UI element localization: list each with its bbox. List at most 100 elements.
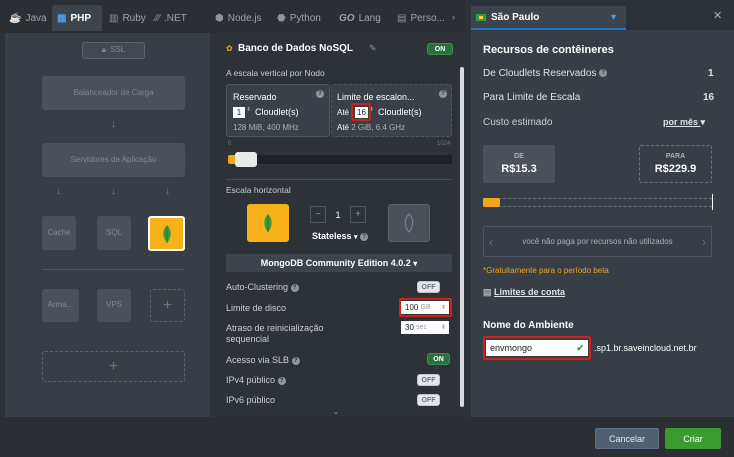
help-icon[interactable]: ? [290, 283, 299, 292]
caret-down-icon: ▼ [609, 12, 618, 22]
slb-access-toggle[interactable]: ON [427, 353, 450, 365]
java-icon: ☕ [9, 12, 22, 24]
caret-down-icon: ▾ [700, 117, 706, 127]
chevron-right-icon[interactable]: › [702, 235, 706, 249]
brazil-flag-icon [476, 13, 486, 21]
minus-icon[interactable]: − [310, 206, 326, 223]
node-count-stepper[interactable]: − 1 + [310, 206, 368, 223]
version-dropdown[interactable]: MongoDB Community Edition 4.0.2 ▾ [226, 254, 452, 272]
arrow-down-icon: ↓ [111, 186, 116, 197]
scaling-limit-box: Limite de escalon... ? Até 16 ⬍ Cloudlet… [331, 84, 452, 137]
create-button[interactable]: Criar [665, 428, 721, 449]
plus-icon: + [108, 357, 119, 375]
php-icon: ▦ [57, 12, 67, 24]
arrow-down-icon: ↓ [165, 186, 170, 197]
arrow-down-icon: ↓ [111, 119, 116, 130]
footer-bar: Cancelar Criar [0, 417, 734, 457]
ipv6-label: IPv6 público [226, 395, 276, 405]
stepper-arrows-icon[interactable]: ⬍ [441, 324, 446, 331]
limit-value: 16 [703, 92, 715, 103]
caret-down-icon: ▾ [354, 234, 358, 241]
tab-dotnet[interactable]: ∕∕∕ .NET [150, 5, 192, 31]
cloudlet-slider-handle[interactable] [235, 152, 257, 167]
edit-pencil-icon[interactable]: ✎ [369, 43, 377, 54]
node-group-toggle[interactable]: ON [427, 43, 453, 55]
restart-delay-label: Atraso de reinicialização sequencial [226, 323, 324, 344]
tab-scroll-right-icon[interactable]: › [452, 12, 455, 22]
help-icon[interactable]: ? [291, 356, 300, 365]
cost-bar-end-marker [712, 194, 713, 210]
cloudlet-slider-track[interactable] [228, 155, 452, 164]
stepper-arrows-icon[interactable]: ⬍ [246, 106, 251, 113]
ssl-button[interactable]: 🔒︎ SSL [82, 42, 145, 59]
tab-java[interactable]: ☕ Java [4, 5, 52, 31]
restart-delay-input[interactable]: 30 sec ⬍ [401, 321, 449, 334]
close-icon[interactable]: ✕ [713, 9, 722, 22]
help-icon[interactable]: ? [439, 90, 447, 98]
tab-go[interactable]: GO Lang [334, 5, 386, 31]
stateless-mode-button[interactable] [388, 204, 430, 242]
help-icon[interactable]: ? [316, 90, 324, 98]
nosql-cluster-icon: ✿ [226, 44, 233, 53]
topology-panel: 🔒︎ SSL Balanceador de Carga ↓ Servidores … [5, 33, 210, 417]
nosql-node-selected[interactable] [148, 216, 185, 251]
custom-icon: ▤ [397, 12, 407, 24]
region-dropdown[interactable]: São Paulo ▼ [471, 6, 626, 30]
reserved-box: Reservado ? 1 ⬍ Cloudlet(s) 128 MiB, 400… [226, 84, 330, 137]
add-node-button[interactable]: + [150, 289, 185, 322]
reserved-cloudlets-input[interactable]: 1 [233, 107, 245, 118]
ruby-icon: ▥ [109, 12, 119, 24]
vps-node[interactable]: VPS [97, 289, 131, 322]
sql-node[interactable]: SQL [97, 216, 131, 250]
scroll-down-icon[interactable]: ⌄ [333, 408, 339, 416]
vertical-scaling-label: A escala vertical por Nodo [226, 68, 325, 78]
divider [226, 179, 452, 180]
price-to-box: PARA R$229.9 [639, 145, 712, 183]
help-icon[interactable]: ? [360, 232, 369, 241]
env-name-title: Nome do Ambiente [483, 320, 574, 331]
free-beta-note: *Gratuitamente para o período beta [483, 266, 609, 275]
dotnet-icon: ∕∕∕ [155, 12, 161, 24]
ipv6-toggle[interactable]: OFF [417, 394, 440, 406]
tab-php[interactable]: ▦ PHP [52, 5, 102, 31]
price-from-box: DE R$15.3 [483, 145, 555, 183]
auto-clustering-toggle[interactable]: OFF [417, 281, 440, 293]
reserved-value: 1 [708, 68, 714, 79]
divider [42, 269, 185, 270]
tab-nodejs[interactable]: ⬢ Node.js [210, 5, 267, 31]
app-servers-node[interactable]: Servidores de Aplicação [42, 143, 185, 177]
ipv4-toggle[interactable]: OFF [417, 374, 440, 386]
tab-ruby[interactable]: ▥ Ruby [104, 5, 151, 31]
cost-bar-track [483, 198, 712, 207]
config-scrollbar[interactable] [460, 67, 464, 407]
tab-custom[interactable]: ▤ Perso... [392, 5, 448, 31]
auto-clustering-label: Auto-Clustering ? [226, 282, 299, 292]
engine-tab-bar: ☕ Java ▦ PHP ▥ Ruby ∕∕∕ .NET ⬢ Node.js ⬣ Pytho… [0, 0, 466, 33]
cache-node[interactable]: Cache [42, 216, 76, 250]
stateless-dropdown[interactable]: Stateless ▾ ? [312, 231, 369, 241]
tab-python[interactable]: ⬣ Python [272, 5, 326, 31]
help-icon[interactable]: ? [599, 69, 608, 78]
horizontal-scaling-label: Escala horizontal [226, 185, 291, 195]
highlight-env-name [483, 336, 591, 360]
arrow-down-icon: ↓ [56, 186, 61, 197]
storage-node[interactable]: Arma... [42, 289, 79, 322]
chevron-left-icon[interactable]: ‹ [489, 235, 493, 249]
node-count-value[interactable]: 1 [326, 210, 350, 220]
plus-icon: + [162, 296, 173, 314]
cancel-button[interactable]: Cancelar [595, 428, 659, 449]
disk-limit-label: Limite de disco [226, 303, 287, 313]
balancer-node[interactable]: Balanceador de Carga [42, 76, 185, 110]
cost-period-dropdown[interactable]: por mês ▾ [663, 117, 705, 128]
account-limits-link[interactable]: ▤ Limites de conta [483, 287, 565, 298]
add-layer-button[interactable]: + [42, 351, 185, 382]
help-icon[interactable]: ? [277, 376, 286, 385]
summary-panel: São Paulo ▼ ✕ Recursos de contêineres De… [471, 4, 734, 417]
plus-icon[interactable]: + [350, 206, 366, 223]
node-title: Banco de Dados NoSQL [238, 43, 354, 54]
go-icon: GO [339, 12, 355, 24]
slb-access-label: Acesso via SLB ? [226, 355, 300, 365]
stateful-mode-button[interactable] [247, 204, 289, 242]
mongodb-leaf-icon [162, 224, 171, 243]
nodejs-icon: ⬢ [215, 12, 224, 24]
